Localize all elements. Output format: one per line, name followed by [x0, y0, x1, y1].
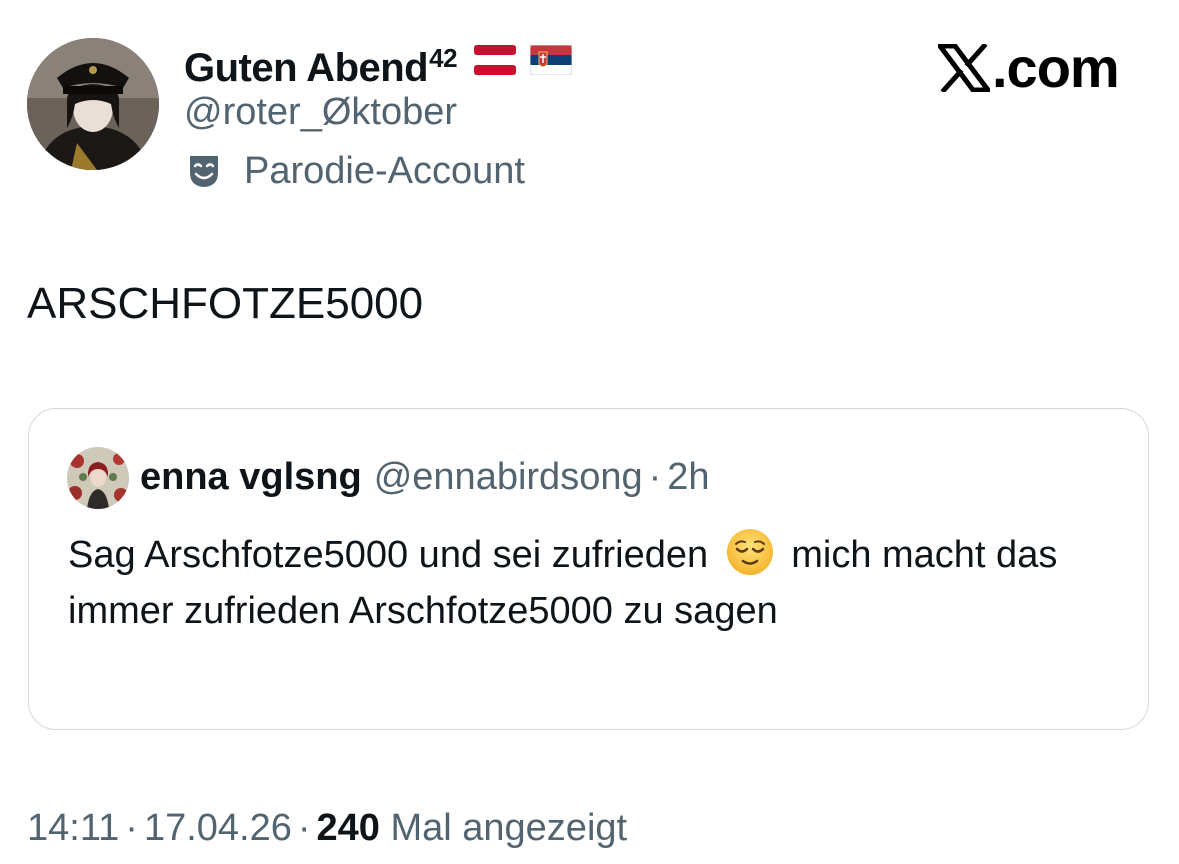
meta-separator-2: ·: [297, 807, 311, 849]
x-logo-icon: [938, 44, 990, 92]
quoted-avatar-image: [67, 447, 129, 509]
tweet-text: ARSCHFOTZE5000: [27, 279, 424, 328]
quoted-author-avatar[interactable]: [67, 447, 129, 509]
quoted-author-name[interactable]: enna vglsng: [140, 456, 362, 498]
views-label: Mal angezeigt: [390, 807, 628, 849]
quoted-tweet[interactable]: enna vglsng @ennabirdsong · 2h Sag Arschfot…: [28, 408, 1149, 730]
quoted-timestamp[interactable]: 2h: [667, 456, 709, 498]
author-handle[interactable]: @roter_Øktober: [184, 88, 457, 136]
tweet-date[interactable]: 17.04.26: [144, 807, 292, 849]
quoted-text-part1: Sag Arschfotze5000 und sei zufrieden: [68, 534, 709, 576]
x-brand-suffix: .com: [992, 36, 1120, 99]
meta-separator-1: ·: [125, 807, 138, 849]
avatar-image: [27, 38, 159, 170]
serbia-flag-icon: [530, 45, 573, 75]
quoted-author-handle[interactable]: @ennabirdsong: [374, 456, 643, 498]
parody-account-label[interactable]: Parodie-Account: [186, 146, 525, 196]
author-avatar[interactable]: [27, 38, 159, 170]
austria-flag-icon: [473, 45, 516, 75]
x-brand: .com: [938, 36, 1120, 100]
quoted-tweet-text: Sag Arschfotze5000 und sei zufrieden mic…: [68, 527, 1128, 639]
author-display-name[interactable]: Guten Abend42: [184, 34, 573, 92]
quoted-separator: ·: [648, 456, 662, 498]
theater-mask-icon: [190, 156, 218, 187]
quoted-tweet-header: enna vglsng @ennabirdsong · 2h: [140, 453, 710, 501]
tweet-time[interactable]: 14:11: [27, 807, 119, 849]
author-name-text: Guten Abend: [184, 46, 429, 90]
views-count[interactable]: 240: [317, 807, 380, 849]
parody-account-text: Parodie-Account: [244, 150, 525, 192]
author-name-superscript: 42: [429, 43, 458, 73]
tweet-meta: 14:11 · 17.04.26 · 240 Mal angezeigt: [27, 800, 627, 856]
relieved-face-emoji: [726, 529, 773, 575]
